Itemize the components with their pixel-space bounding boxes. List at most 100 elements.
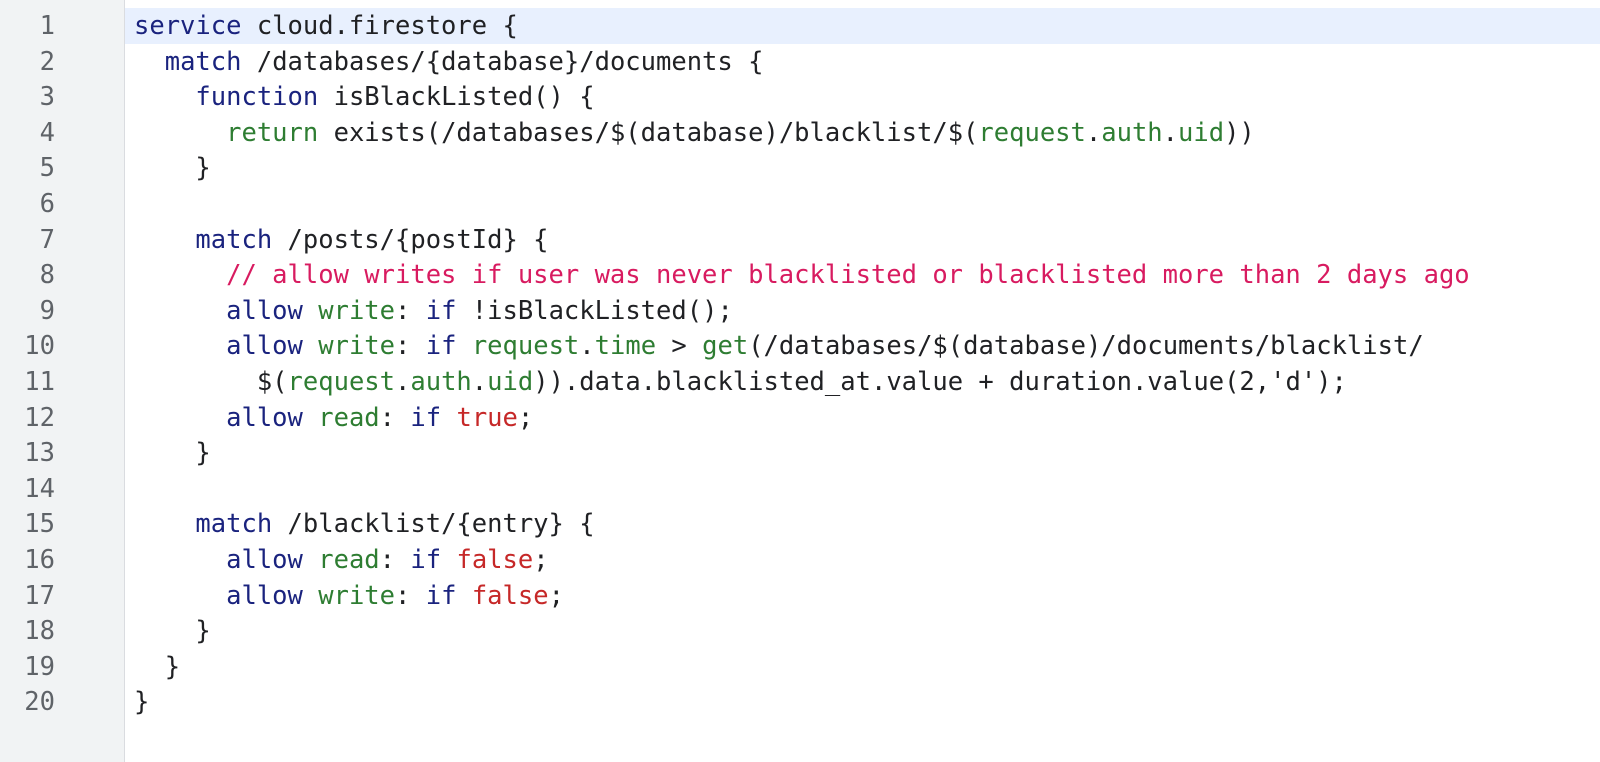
code-token: ; [548,580,564,611]
keyword-token: match [195,509,273,540]
code-token: : [395,295,426,326]
code-token: } [195,438,211,469]
builtin-token: request [471,331,580,362]
code-line[interactable] [125,186,1600,222]
code-area[interactable]: service cloud.firestore { match /databas… [125,0,1600,762]
builtin-token: time [594,331,657,362]
code-line[interactable]: } [125,435,1600,471]
code-token: ; [533,545,549,575]
line-number: 10 [24,331,55,362]
code-token: : [395,580,426,611]
code-token: cloud.firestore { [241,11,518,41]
code-token: /posts/{postId} { [272,224,549,255]
keyword-token: function [195,82,319,113]
code-line-text: } [134,684,149,720]
line-number: 14 [24,473,55,504]
code-token: /blacklist/{entry} { [272,509,595,540]
keyword-token: allow [226,331,303,362]
code-line-text: // allow writes if user was never blackl… [134,257,1470,293]
line-number: 3 [39,82,55,113]
line-number: 8 [39,260,55,291]
builtin-token: read [318,545,380,575]
builtin-token: request [978,117,1086,148]
line-number: 6 [39,189,55,219]
builtin-token: auth [410,367,472,397]
code-token: )) [1224,117,1255,148]
code-token: )).data.blacklisted_at.value + duration.… [533,367,1347,397]
code-line[interactable]: } [125,684,1600,720]
code-line-text: } [134,435,211,471]
code-line[interactable]: } [125,150,1600,186]
builtin-token: get [702,331,749,362]
code-token: . [579,331,595,362]
code-line[interactable]: // allow writes if user was never blackl… [125,257,1600,293]
keyword-token: allow [226,295,303,326]
code-line[interactable]: allow write: if !isBlackListed(); [125,293,1600,329]
line-number-gutter: 1 2 3 4 5 6 7 8 9 10 11 12 13 14 15 16 17 18 19 20 [0,0,125,762]
literal-token: true [456,402,518,433]
keyword-token: if [410,545,442,575]
code-line[interactable]: function isBlackListed() { [125,79,1600,115]
code-line[interactable]: return exists(/databases/$(database)/bla… [125,115,1600,151]
code-token: exists(/databases/$(database)/blacklist/… [318,117,979,148]
code-line[interactable]: allow write: if false; [125,578,1600,614]
code-line[interactable]: service cloud.firestore { [125,8,1600,44]
keyword-token: if [410,402,442,433]
code-line-text: match /blacklist/{entry} { [134,506,595,542]
line-number: 11 [24,367,55,397]
code-line[interactable]: $(request.auth.uid)).data.blacklisted_at… [125,364,1600,400]
code-line[interactable] [125,471,1600,507]
code-token: > [656,331,703,362]
line-number: 17 [24,580,55,611]
literal-token: false [456,545,534,575]
code-line-text: allow write: if !isBlackListed(); [134,293,733,329]
code-token: isBlackListed() { [318,82,595,113]
builtin-token: auth [1101,117,1163,148]
code-token: !isBlackListed(); [456,295,733,326]
line-number: 7 [39,224,55,255]
keyword-token: if [425,331,457,362]
code-line[interactable]: allow read: if false; [125,542,1600,578]
code-token: $( [256,367,288,397]
code-line[interactable]: allow read: if true; [125,400,1600,436]
keyword-token: if [425,580,457,611]
code-line-text: } [134,613,210,649]
line-number: 5 [39,153,55,184]
keyword-token: allow [226,580,303,611]
code-line-text: } [134,150,211,186]
code-line[interactable]: match /blacklist/{entry} { [125,506,1600,542]
keyword-token: if [425,295,457,326]
code-token: ; [517,402,534,433]
code-token: : [379,402,411,433]
code-token: . [1085,117,1102,148]
code-line[interactable]: allow write: if request.time > get(/data… [125,328,1600,364]
code-token: } [195,153,211,184]
code-line[interactable]: } [125,613,1600,649]
code-editor[interactable]: 1 2 3 4 5 6 7 8 9 10 11 12 13 14 15 16 17 18 19 20 service … [0,0,1600,762]
keyword-token: match [195,224,273,255]
code-token: } [134,687,150,718]
code-line-text: match /databases/{database}/documents { [134,44,764,80]
code-line-text: allow write: if request.time > get(/data… [134,328,1424,364]
code-line[interactable]: match /databases/{database}/documents { [125,44,1600,80]
line-number: 9 [39,295,55,326]
code-line[interactable]: match /posts/{postId} { [125,222,1600,258]
line-number: 4 [39,117,55,148]
builtin-token: return [226,117,319,148]
code-line[interactable]: } [125,649,1600,685]
keyword-token: allow [226,402,303,433]
